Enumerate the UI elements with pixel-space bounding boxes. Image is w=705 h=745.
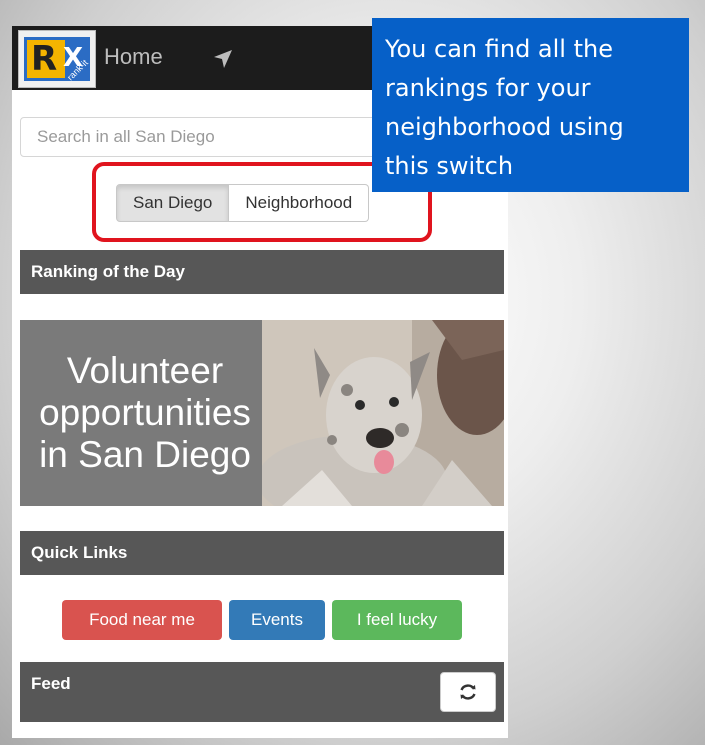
food-near-me-button[interactable]: Food near me	[62, 600, 222, 640]
quick-links-header: Quick Links	[20, 531, 504, 575]
callout-line-2: rankings for your	[385, 74, 591, 102]
rankx-logo[interactable]: R X rank-it	[18, 30, 96, 88]
feed-header: Feed	[20, 662, 504, 722]
ranking-of-day-banner[interactable]: Volunteer opportunities in San Diego	[20, 320, 504, 506]
callout-line-4: this switch	[385, 152, 514, 180]
banner-title: Volunteer opportunities in San Diego	[20, 350, 270, 476]
annotation-callout: You can find all the rankings for your n…	[372, 18, 689, 192]
banner-line-3: in San Diego	[39, 434, 251, 475]
scope-toggle: San Diego Neighborhood	[116, 184, 370, 222]
refresh-button[interactable]	[440, 672, 496, 712]
events-button[interactable]: Events	[229, 600, 325, 640]
navigation-arrow-icon[interactable]	[212, 48, 234, 75]
nav-home-link[interactable]: Home	[104, 44, 163, 70]
banner-line-2: opportunities	[39, 392, 251, 433]
i-feel-lucky-button[interactable]: I feel lucky	[332, 600, 462, 640]
logo-letter: R	[31, 39, 58, 79]
refresh-icon	[460, 684, 476, 700]
dog-photo	[262, 320, 504, 506]
toggle-neighborhood[interactable]: Neighborhood	[229, 184, 370, 222]
feed-title: Feed	[31, 674, 71, 693]
toggle-san-diego[interactable]: San Diego	[116, 184, 230, 222]
ranking-of-day-header: Ranking of the Day	[20, 250, 504, 294]
callout-line-1: You can find all the	[385, 35, 613, 63]
banner-line-1: Volunteer	[66, 350, 224, 391]
callout-line-3: neighborhood using	[385, 113, 624, 141]
